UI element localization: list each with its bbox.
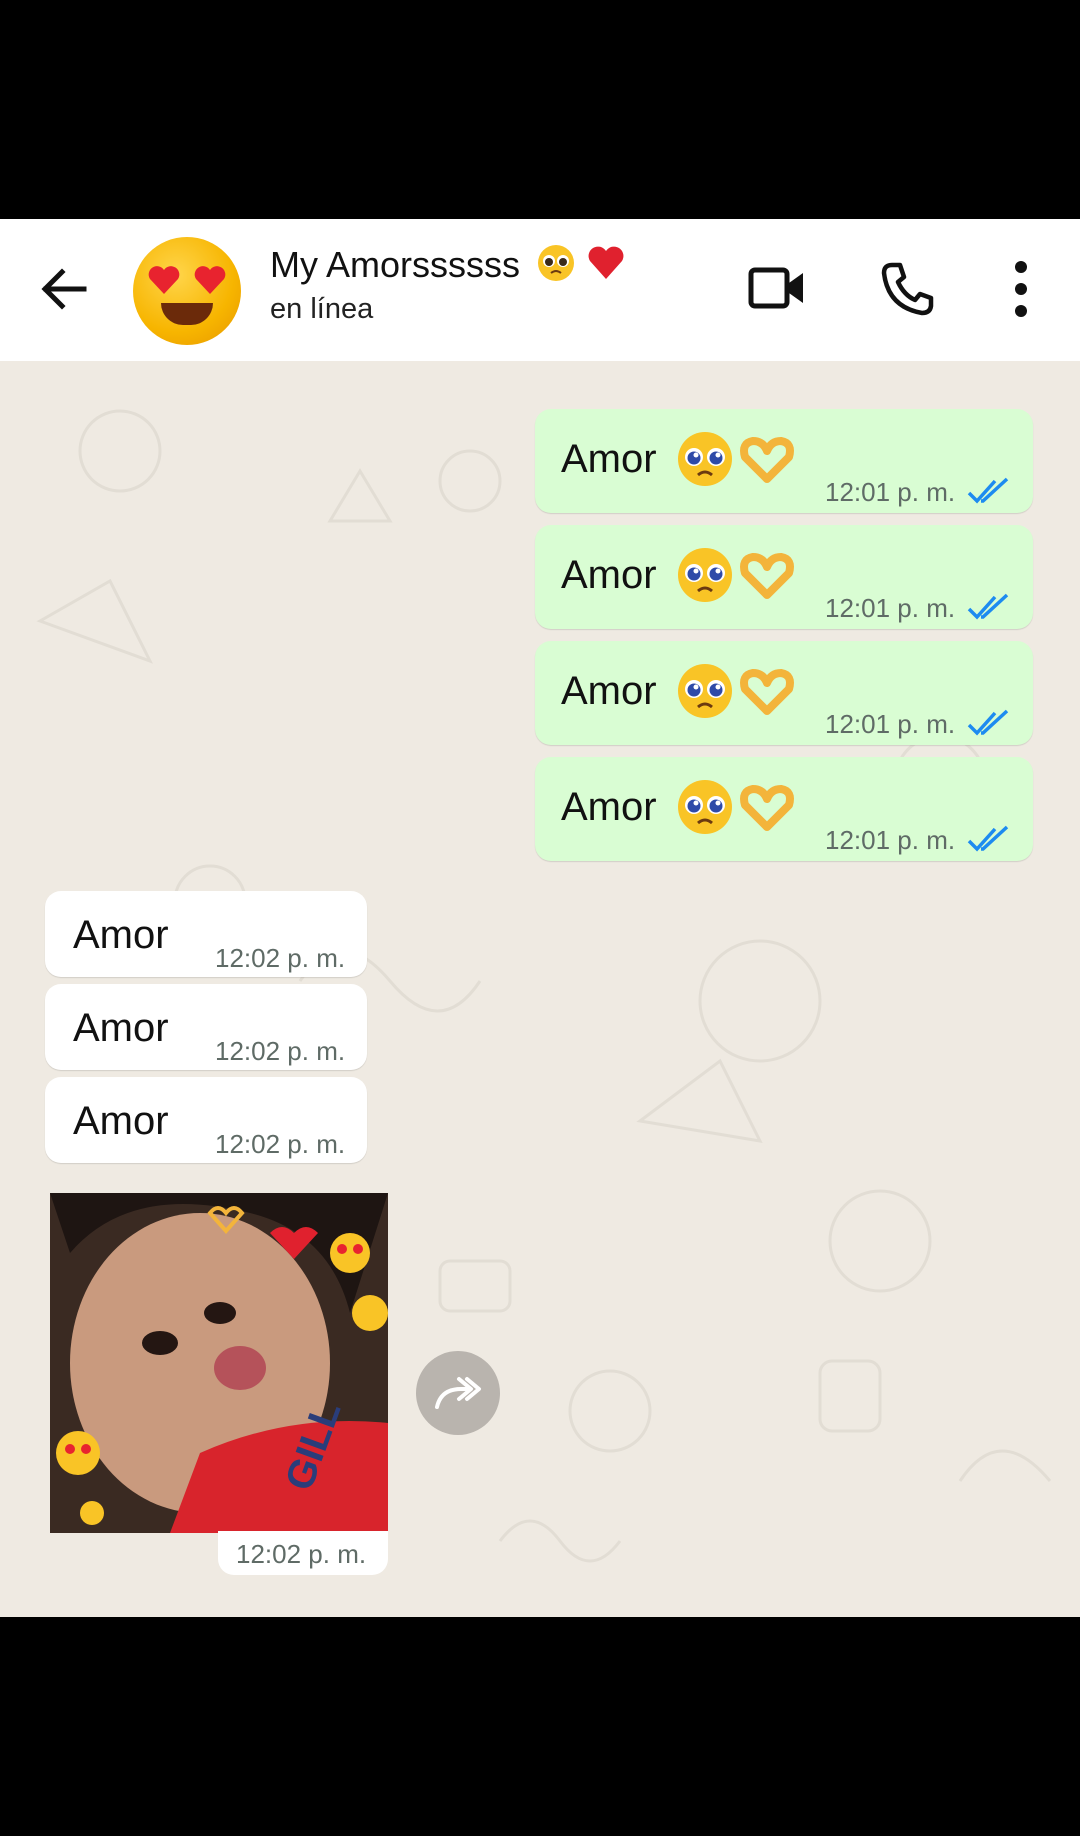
message-text: Amor bbox=[561, 785, 657, 829]
chat-header: My Amorssssss en línea bbox=[0, 219, 1080, 361]
message-text: Amor bbox=[561, 553, 657, 597]
forward-icon bbox=[435, 1377, 481, 1409]
pleading-face-emoji-icon bbox=[678, 664, 732, 718]
message-outgoing[interactable]: Amor 12:01 p. m. bbox=[535, 409, 1033, 513]
message-incoming[interactable]: Amor 12:02 p. m. bbox=[45, 1077, 367, 1163]
message-time: 12:02 p. m. bbox=[236, 1539, 367, 1569]
video-call-icon[interactable] bbox=[748, 263, 806, 313]
heart-eye-left-icon bbox=[148, 266, 180, 294]
double-check-read-icon bbox=[967, 593, 1009, 620]
message-outgoing[interactable]: Amor 12:01 p. m. bbox=[535, 641, 1033, 745]
heart-hands-emoji-icon bbox=[740, 553, 794, 599]
message-text: Amor bbox=[73, 1006, 169, 1050]
message-time: 12:01 p. m. bbox=[825, 593, 956, 623]
pleading-face-emoji-icon bbox=[678, 432, 732, 486]
heart-hands-emoji-icon bbox=[740, 785, 794, 831]
phone-call-icon[interactable] bbox=[880, 261, 934, 317]
message-incoming[interactable]: Amor 12:02 p. m. bbox=[45, 984, 367, 1070]
chat-area[interactable]: Amor 12:01 p. m. Amor 12:01 p. m. Amor 1… bbox=[0, 361, 1080, 1617]
double-check-read-icon bbox=[967, 709, 1009, 736]
message-text: Amor bbox=[561, 437, 657, 481]
message-outgoing[interactable]: Amor 12:01 p. m. bbox=[535, 757, 1033, 861]
contact-name-text: My Amorssssss bbox=[270, 244, 521, 285]
heart-hands-emoji-icon bbox=[740, 669, 794, 715]
message-time: 12:01 p. m. bbox=[825, 825, 956, 855]
message-text: Amor bbox=[561, 669, 657, 713]
arrow-left-icon[interactable] bbox=[38, 263, 90, 315]
double-check-read-icon bbox=[967, 825, 1009, 852]
message-time: 12:02 p. m. bbox=[215, 1036, 346, 1066]
contact-status: en línea bbox=[270, 293, 374, 325]
contact-avatar[interactable] bbox=[133, 237, 241, 345]
message-time: 12:01 p. m. bbox=[825, 477, 956, 507]
photo-image: GILL bbox=[50, 1193, 388, 1533]
message-text: Amor bbox=[73, 1099, 169, 1143]
message-time: 12:01 p. m. bbox=[825, 709, 956, 739]
photo-timestamp: 12:02 p. m. bbox=[218, 1531, 388, 1575]
message-incoming[interactable]: Amor 12:02 p. m. bbox=[45, 891, 367, 977]
message-time: 12:02 p. m. bbox=[215, 1129, 346, 1159]
forward-button[interactable] bbox=[416, 1351, 500, 1435]
photo-message[interactable]: GILL bbox=[50, 1193, 388, 1533]
red-heart-emoji-icon bbox=[588, 246, 624, 279]
heart-eye-right-icon bbox=[194, 266, 226, 294]
double-check-read-icon bbox=[967, 477, 1009, 504]
pleading-face-emoji-icon bbox=[678, 548, 732, 602]
message-time: 12:02 p. m. bbox=[215, 943, 346, 973]
message-outgoing[interactable]: Amor 12:01 p. m. bbox=[535, 525, 1033, 629]
pleading-face-emoji-icon bbox=[678, 780, 732, 834]
heart-hands-emoji-icon bbox=[740, 437, 794, 483]
avatar-mouth bbox=[161, 303, 213, 325]
pleading-face-emoji-icon bbox=[538, 245, 575, 281]
message-text: Amor bbox=[73, 913, 169, 957]
contact-name[interactable]: My Amorssssss bbox=[270, 243, 626, 286]
more-vert-icon[interactable] bbox=[1005, 259, 1037, 319]
